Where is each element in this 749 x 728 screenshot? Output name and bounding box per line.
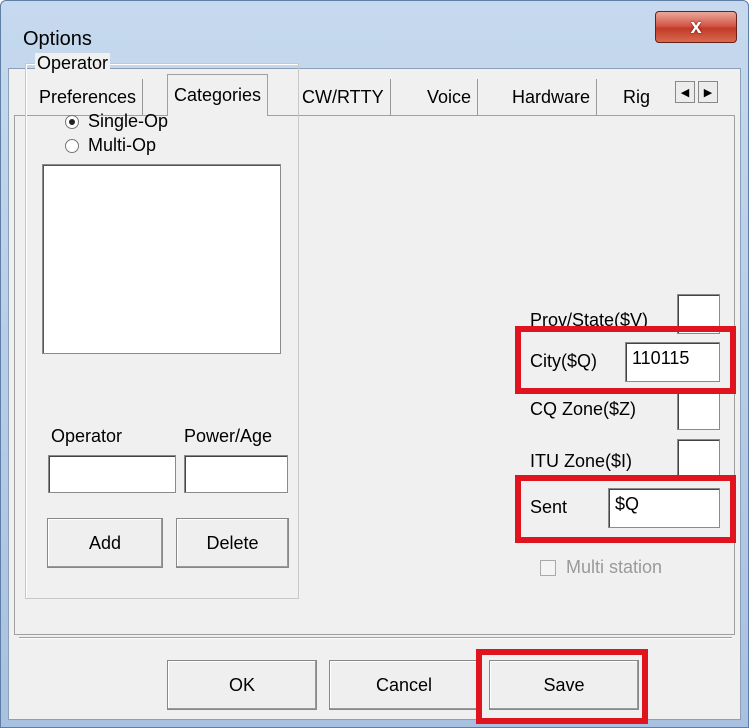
save-button[interactable]: Save xyxy=(489,660,639,710)
cq-zone-label: CQ Zone($Z) xyxy=(530,399,637,419)
window-title: Options xyxy=(23,28,92,50)
add-button[interactable]: Add xyxy=(47,518,163,568)
power-age-input[interactable] xyxy=(184,455,288,493)
radio-multi-op-label: Multi-Op xyxy=(88,135,157,155)
close-button[interactable]: x xyxy=(655,11,737,43)
tab-voice[interactable]: Voice xyxy=(421,79,479,115)
button-separator xyxy=(19,637,732,639)
close-icon: x xyxy=(690,15,702,38)
prov-state-label: Prov/State($V) xyxy=(530,310,649,330)
ok-button[interactable]: OK xyxy=(167,660,317,710)
multi-station-checkbox[interactable]: Multi station xyxy=(540,557,662,578)
radio-selected-icon xyxy=(65,114,79,129)
sent-label: Sent xyxy=(530,497,568,517)
operator-group-label: Operator xyxy=(35,53,111,74)
tab-categories[interactable]: Categories xyxy=(167,74,269,116)
power-age-label: Power/Age xyxy=(184,426,273,446)
options-window: Options x Preferences Categories CW/RTTY… xyxy=(0,0,749,728)
sent-input[interactable]: $Q xyxy=(608,488,720,528)
tab-cw-rtty[interactable]: CW/RTTY xyxy=(296,79,391,115)
multi-station-label: Multi station xyxy=(566,557,663,577)
tab-scroll-right-button[interactable]: ▶ xyxy=(698,81,718,103)
radio-single-op[interactable]: Single-Op xyxy=(65,111,168,132)
cq-zone-input[interactable] xyxy=(677,390,720,430)
cancel-button[interactable]: Cancel xyxy=(329,660,479,710)
city-input[interactable]: 110115 xyxy=(625,342,720,382)
arrow-right-icon: ▶ xyxy=(703,86,713,99)
operator-input[interactable] xyxy=(48,455,176,493)
prov-state-input[interactable] xyxy=(677,294,720,334)
city-label: City($Q) xyxy=(530,351,597,371)
checkbox-unchecked-icon xyxy=(540,559,556,576)
tab-hardware[interactable]: Hardware xyxy=(506,79,598,115)
tab-rig[interactable]: Rig xyxy=(617,79,677,115)
itu-zone-input[interactable] xyxy=(677,439,720,479)
operator-listbox[interactable] xyxy=(42,164,281,354)
radio-single-op-label: Single-Op xyxy=(88,111,169,131)
delete-button[interactable]: Delete xyxy=(176,518,289,568)
itu-zone-label: ITU Zone($I) xyxy=(530,451,633,471)
arrow-left-icon: ◀ xyxy=(680,86,690,99)
tab-scroll-left-button[interactable]: ◀ xyxy=(675,81,695,103)
radio-multi-op[interactable]: Multi-Op xyxy=(65,135,156,156)
operator-field-label: Operator xyxy=(51,426,123,446)
radio-unselected-icon xyxy=(65,138,79,153)
